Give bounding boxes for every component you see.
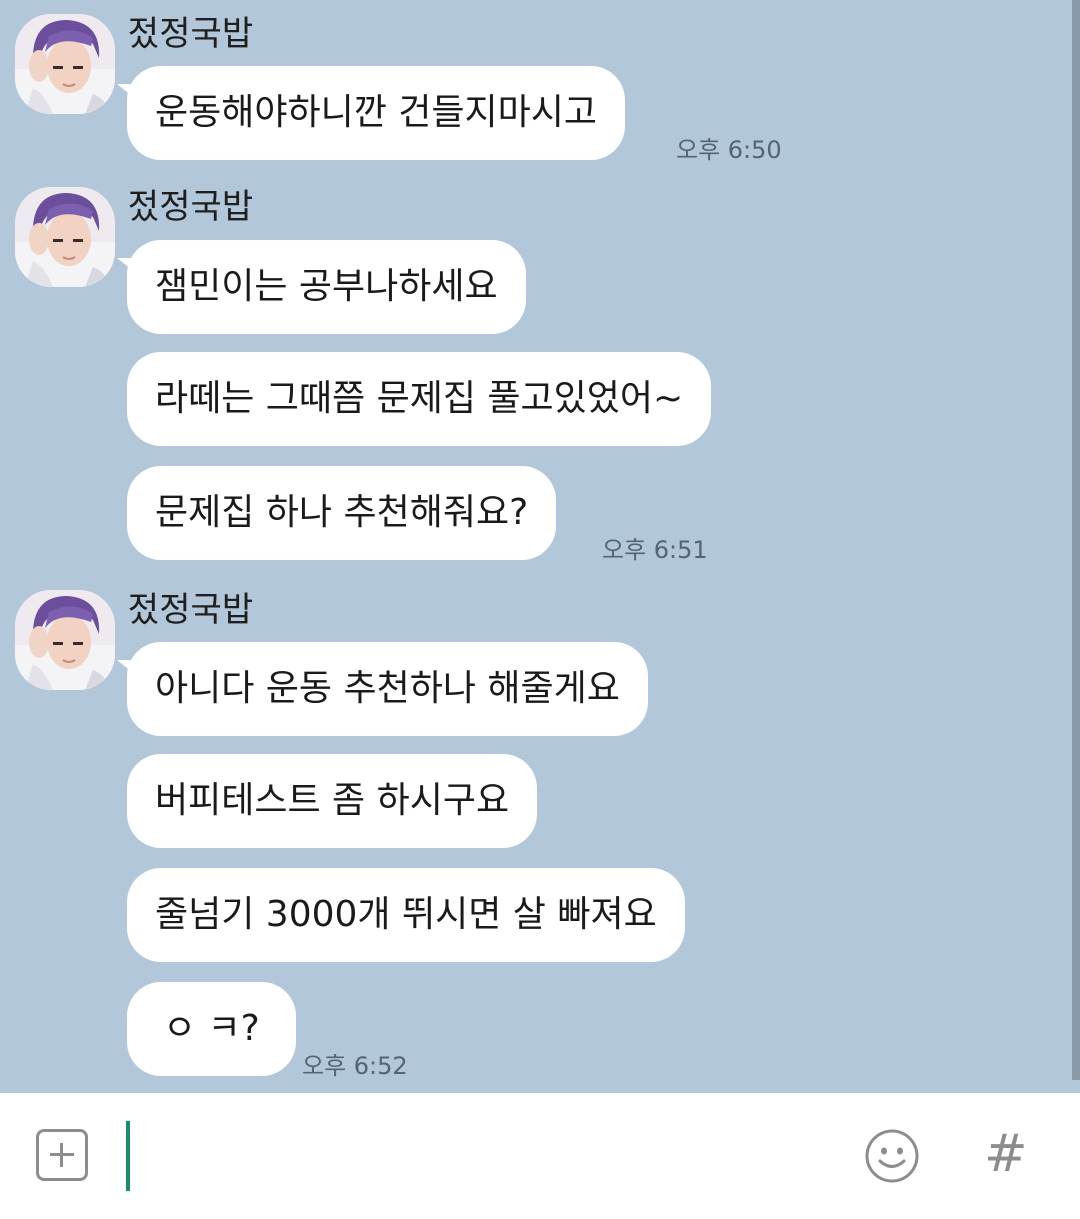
emoji-icon[interactable] — [864, 1128, 920, 1184]
message-bubble[interactable]: 아니다 운동 추천하나 해줄게요 — [117, 642, 648, 736]
message-time: 오후 6:52 — [302, 1052, 408, 1080]
message-time: 오후 6:51 — [602, 536, 708, 564]
message-input[interactable] — [140, 1121, 824, 1193]
hashtag-icon[interactable]: # — [984, 1122, 1028, 1186]
message-bubble[interactable]: 문제집 하나 추천해줘요? — [127, 466, 557, 560]
avatar[interactable] — [15, 590, 115, 690]
message-bubble[interactable]: 운동해야하니깐 건들지마시고 — [116, 66, 626, 160]
scrollbar[interactable] — [1072, 0, 1080, 1080]
message-bubble[interactable]: 줄넘기 3000개 뛰시면 살 빠져요 — [127, 868, 685, 962]
text-cursor — [126, 1121, 130, 1191]
sender-name: 젔정국밥 — [128, 590, 254, 630]
message-time: 오후 6:50 — [676, 136, 782, 164]
sender-name: 젔정국밥 — [128, 187, 254, 227]
avatar[interactable] — [15, 187, 115, 287]
message-bubble[interactable]: ㅇ ㅋ? — [127, 982, 296, 1076]
avatar[interactable] — [15, 14, 115, 114]
chat-area[interactable]: 젔정국밥 운동해야하니깐 건들지마시고 오후 6:50 젔정국밥 잼민이는 공부… — [0, 0, 1080, 1093]
sender-name: 젔정국밥 — [128, 14, 254, 54]
message-bubble[interactable]: 잼민이는 공부나하세요 — [117, 240, 526, 334]
message-bubble[interactable]: 버피테스트 좀 하시구요 — [127, 754, 538, 848]
message-bubble[interactable]: 라떼는 그때쯤 문제집 풀고있었어~ — [127, 352, 712, 446]
plus-icon[interactable] — [36, 1129, 88, 1181]
